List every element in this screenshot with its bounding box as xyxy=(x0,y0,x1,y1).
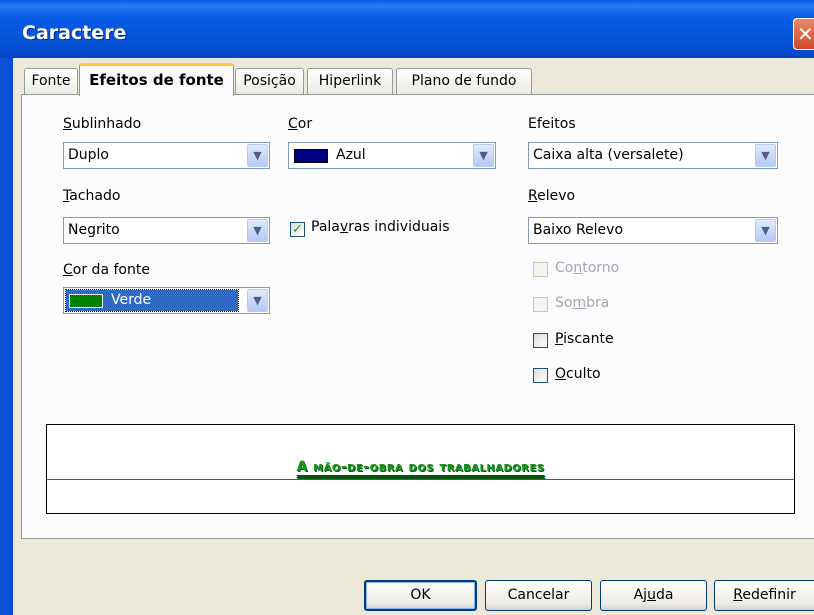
green-swatch xyxy=(69,294,103,308)
close-icon: ✕ xyxy=(797,22,814,46)
tab-efeitos-de-fonte[interactable]: Efeitos de fonte xyxy=(79,63,234,96)
help-button[interactable]: Ajuda xyxy=(600,580,707,611)
effects-value: Caixa alta (versalete) xyxy=(533,147,684,163)
strikethrough-label: Tachado xyxy=(63,188,121,204)
tab-plano-de-fundo[interactable]: Plano de fundo xyxy=(396,68,532,94)
blinking-checkbox[interactable] xyxy=(533,333,548,348)
chevron-down-icon[interactable]: ▼ xyxy=(473,144,494,167)
font-color-select[interactable]: Verde ▼ xyxy=(63,287,270,314)
strikethrough-value: Negrito xyxy=(68,222,120,238)
font-color-label: Cor da fonte xyxy=(63,262,150,278)
window-title: Caractere xyxy=(22,22,127,44)
preview-text: A mão-de-obra dos trabalhadores xyxy=(296,459,545,475)
tab-hiperlink[interactable]: Hiperlink xyxy=(307,68,393,94)
shadow-label: Sombra xyxy=(555,295,610,311)
relief-label: Relevo xyxy=(528,188,576,204)
title-bar: Caractere ✕ xyxy=(0,0,814,58)
strikethrough-select[interactable]: Negrito ▼ xyxy=(63,217,270,244)
reset-button[interactable]: Redefinir xyxy=(714,580,814,611)
shadow-checkbox[interactable] xyxy=(533,297,548,312)
chevron-down-icon[interactable]: ▼ xyxy=(755,219,776,242)
ok-button[interactable]: OK xyxy=(364,580,477,611)
chevron-down-icon[interactable]: ▼ xyxy=(247,219,268,242)
chevron-down-icon[interactable]: ▼ xyxy=(247,289,268,312)
underline-value: Duplo xyxy=(68,147,109,163)
tab-posicao[interactable]: Posição xyxy=(235,68,304,94)
window-frame xyxy=(0,58,13,615)
preview-box: A mão-de-obra dos trabalhadores xyxy=(46,424,795,514)
color-label: Cor xyxy=(288,116,313,132)
tab-fonte[interactable]: Fonte xyxy=(24,68,78,94)
relief-select[interactable]: Baixo Relevo ▼ xyxy=(528,217,778,244)
individual-words-label[interactable]: Palavras individuais xyxy=(311,219,450,235)
individual-words-checkbox[interactable]: ✓ xyxy=(290,222,305,237)
outline-checkbox[interactable] xyxy=(533,262,548,277)
close-button[interactable]: ✕ xyxy=(793,18,814,50)
font-color-value: Verde xyxy=(111,292,152,308)
blinking-label[interactable]: Piscante xyxy=(555,331,614,347)
chevron-down-icon[interactable]: ▼ xyxy=(755,144,776,167)
color-select[interactable]: Azul ▼ xyxy=(288,142,496,169)
chevron-down-icon[interactable]: ▼ xyxy=(247,144,268,167)
checkmark-icon: ✓ xyxy=(292,222,303,237)
hidden-label[interactable]: Oculto xyxy=(555,366,601,382)
hidden-checkbox[interactable] xyxy=(533,368,548,383)
effects-label: Efeitos xyxy=(528,116,576,132)
blue-swatch xyxy=(294,149,328,163)
effects-select[interactable]: Caixa alta (versalete) ▼ xyxy=(528,142,778,169)
outline-label: Contorno xyxy=(555,260,620,276)
cancel-button[interactable]: Cancelar xyxy=(485,580,592,611)
color-value: Azul xyxy=(336,147,366,163)
underline-select[interactable]: Duplo ▼ xyxy=(63,142,270,169)
relief-value: Baixo Relevo xyxy=(533,222,624,238)
underline-label: Sublinhado xyxy=(63,116,142,132)
preview-baseline xyxy=(47,479,794,480)
